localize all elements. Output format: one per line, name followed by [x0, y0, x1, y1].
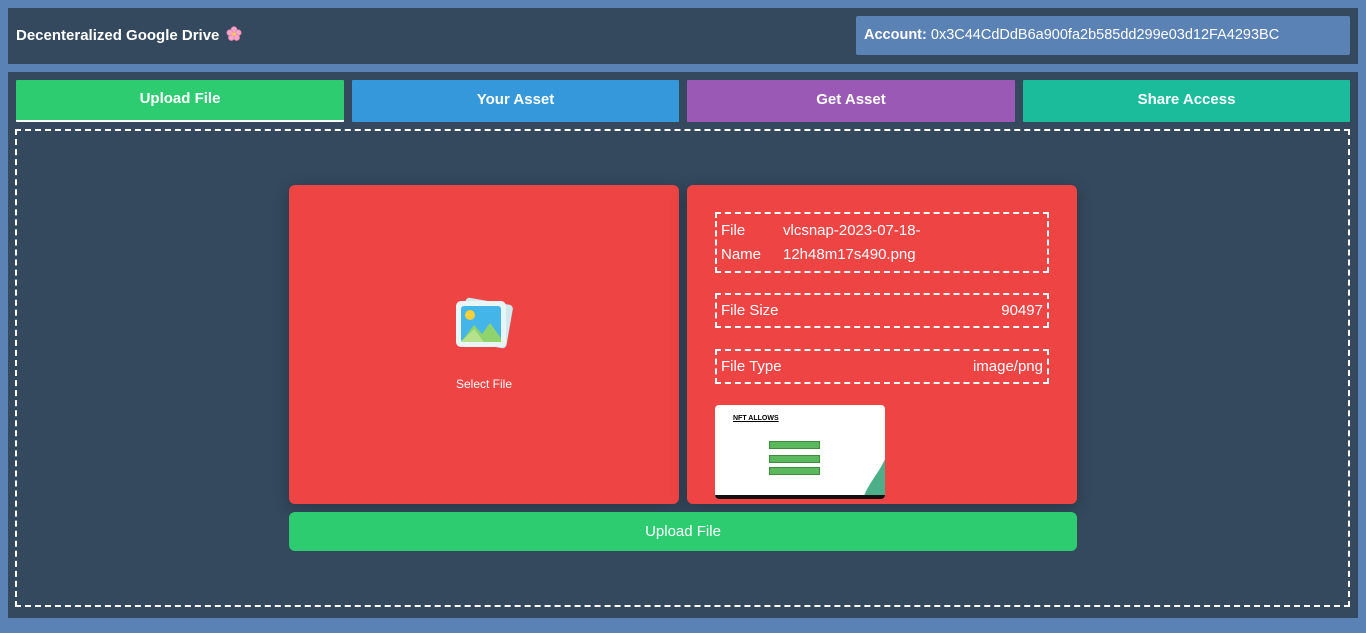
tab-get-asset[interactable]: Get Asset	[687, 80, 1015, 122]
preview-button-graphic	[769, 455, 820, 463]
file-type-row: File Type image/png	[715, 349, 1049, 384]
preview-bottom-bar	[715, 495, 885, 499]
preview-title: NFT ALLOWS	[733, 415, 779, 422]
file-size-label: File Size	[721, 302, 779, 319]
file-size-row: File Size 90497	[715, 293, 1049, 328]
file-info-card: File Name vlcsnap-2023-07-18-12h48m17s49…	[687, 185, 1077, 504]
account-address: 0x3C44CdDdB6a900fa2b585dd299e03d12FA4293…	[930, 27, 1280, 43]
preview-button-graphic	[769, 467, 820, 475]
account-label: Account:	[864, 27, 927, 43]
preview-corner-graphic	[863, 459, 885, 499]
app-header: Decenteralized Google Drive Account: 0x3…	[8, 8, 1358, 64]
file-size-value: 90497	[1001, 302, 1043, 319]
app-title: Decenteralized Google Drive	[16, 26, 242, 44]
tab-your-asset[interactable]: Your Asset	[352, 80, 679, 122]
preview-button-graphic	[769, 441, 820, 449]
select-file-area[interactable]: Select File	[289, 185, 679, 504]
file-preview-image: NFT ALLOWS	[715, 405, 885, 499]
file-name-label: File Name	[721, 222, 762, 263]
tab-upload-file[interactable]: Upload File	[16, 80, 344, 122]
app-title-text: Decenteralized Google Drive	[16, 27, 220, 44]
upload-file-button[interactable]: Upload File	[289, 512, 1077, 551]
account-badge: Account: 0x3C44CdDdB6a900fa2b585dd299e03…	[856, 16, 1350, 55]
cherry-blossom-icon	[226, 26, 242, 41]
file-name-row: File Name vlcsnap-2023-07-18-12h48m17s49…	[715, 212, 1049, 273]
file-type-label: File Type	[721, 358, 782, 375]
tab-share-access[interactable]: Share Access	[1023, 80, 1350, 122]
file-name-value: vlcsnap-2023-07-18-12h48m17s490.png	[783, 222, 921, 263]
main-panel: Upload File Your Asset Get Asset Share A…	[8, 72, 1358, 618]
picture-icon	[456, 297, 513, 349]
file-type-value: image/png	[972, 358, 1043, 375]
select-file-label: Select File	[455, 377, 513, 391]
